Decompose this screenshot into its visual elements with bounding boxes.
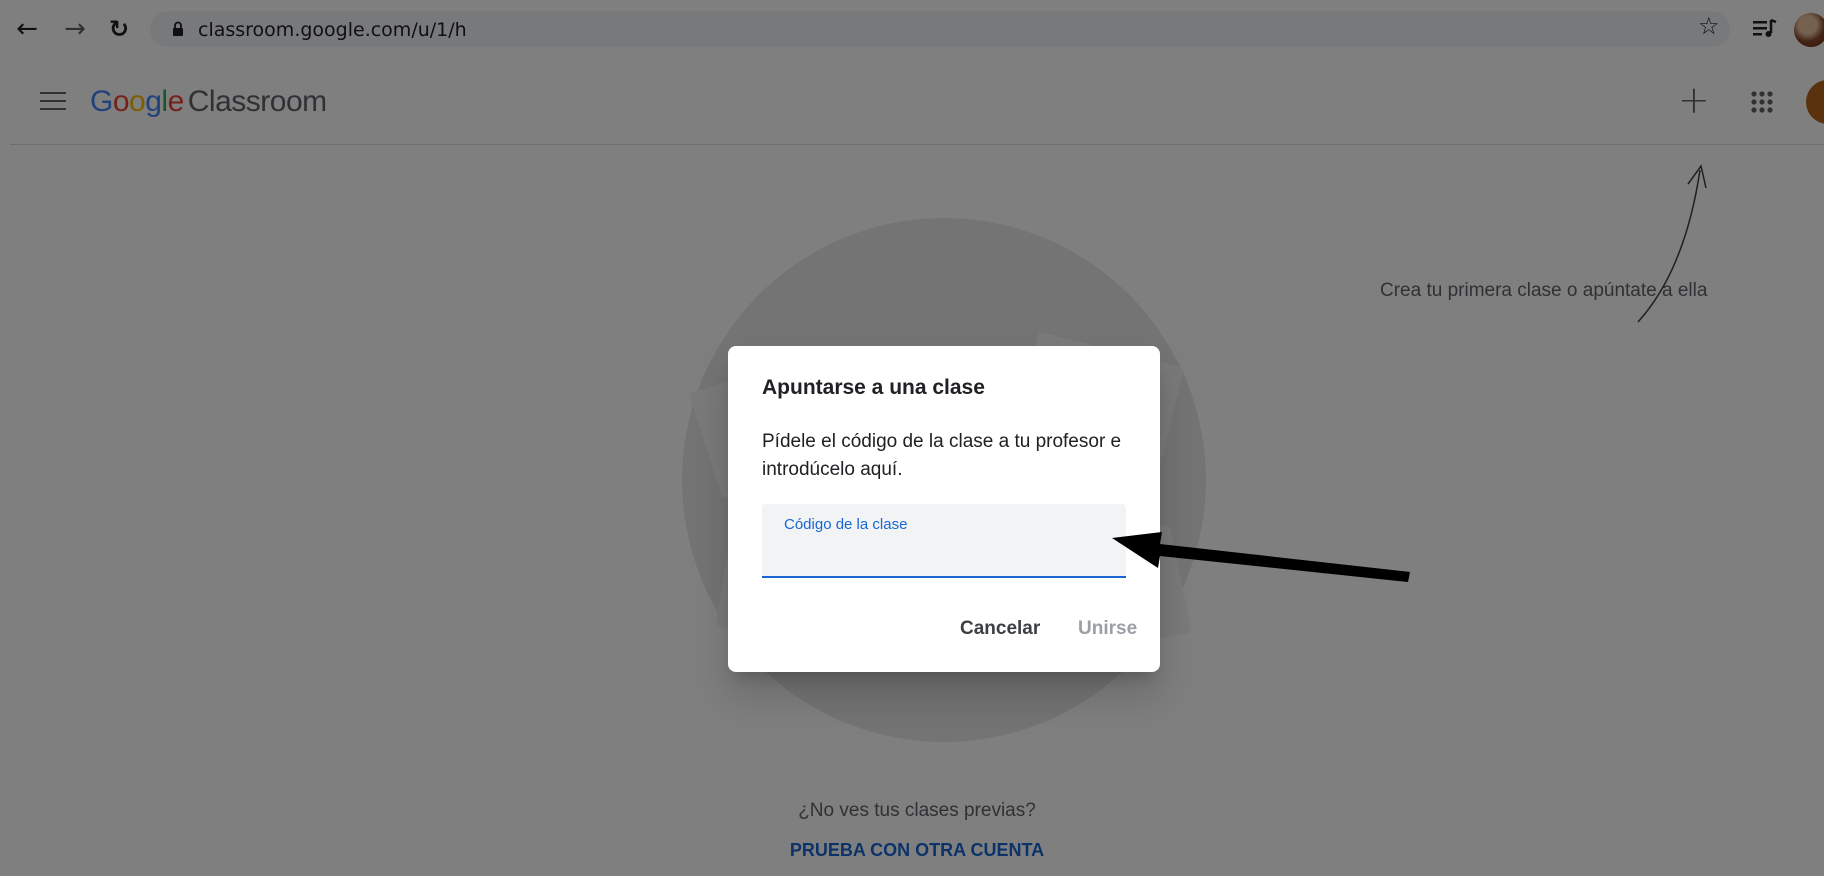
class-code-field[interactable]: Código de la clase xyxy=(762,504,1126,578)
class-code-label: Código de la clase xyxy=(784,516,908,533)
class-code-input[interactable] xyxy=(784,540,1108,570)
cancel-button[interactable]: Cancelar xyxy=(960,618,1040,640)
annotation-arrow-icon xyxy=(1112,532,1410,582)
join-button[interactable]: Unirse xyxy=(1078,618,1137,640)
dialog-description: Pídele el código de la clase a tu profes… xyxy=(762,431,1122,480)
join-class-dialog: Apuntarse a una clase Pídele el código d… xyxy=(728,346,1160,672)
dialog-title: Apuntarse a una clase xyxy=(762,376,985,399)
